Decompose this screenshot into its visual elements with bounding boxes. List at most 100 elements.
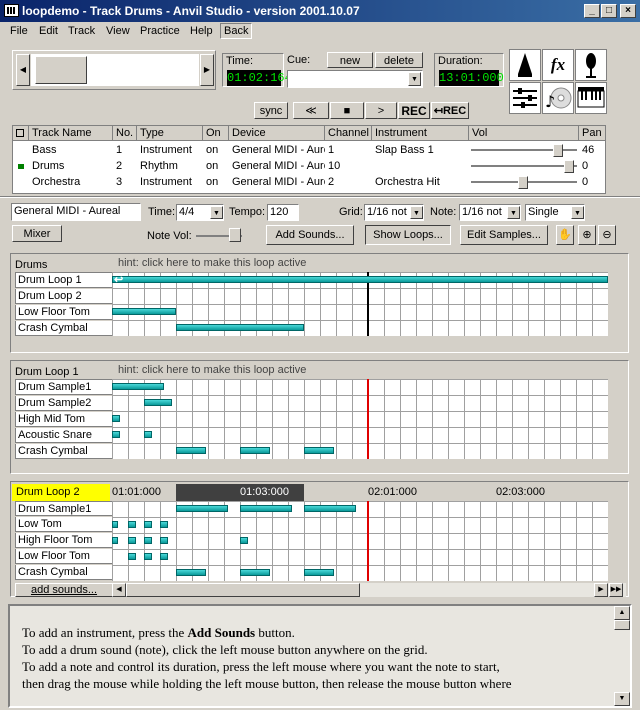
note[interactable] <box>144 537 152 544</box>
scroll-left-icon[interactable]: ◀ <box>112 583 126 597</box>
note[interactable] <box>240 537 248 544</box>
drum-loop-1-panel[interactable]: Drum Loop 1 hint: click here to make thi… <box>10 360 629 474</box>
composer-icon[interactable] <box>509 49 541 81</box>
volume-thumb[interactable] <box>518 176 528 189</box>
chevron-down-icon[interactable]: ▼ <box>507 206 520 219</box>
scroll-up-icon[interactable]: ▲ <box>614 606 630 620</box>
track-on[interactable]: on <box>203 174 229 190</box>
track-channel[interactable]: 1 <box>325 142 372 158</box>
note[interactable] <box>176 324 304 331</box>
row-label[interactable]: Crash Cymbal <box>15 565 113 580</box>
note[interactable] <box>240 569 270 576</box>
row-label[interactable]: Acoustic Snare <box>15 428 113 443</box>
chevron-down-icon[interactable]: ▼ <box>410 206 423 219</box>
note[interactable] <box>112 276 608 283</box>
menu-file[interactable]: File <box>10 25 28 37</box>
menu-edit[interactable]: Edit <box>39 25 58 37</box>
col-pan[interactable]: Pan <box>579 126 606 141</box>
play-button[interactable]: > <box>365 102 397 119</box>
chevron-down-icon[interactable]: ▼ <box>210 206 223 219</box>
row-label[interactable]: Drum Sample1 <box>15 380 113 395</box>
scroll-thumb[interactable] <box>614 620 630 630</box>
scroll-right-button[interactable]: ▶ <box>200 54 214 86</box>
zoom-in-icon[interactable]: ⊕ <box>578 225 596 245</box>
volume-thumb[interactable] <box>564 160 574 173</box>
menu-view[interactable]: View <box>106 25 130 37</box>
note[interactable] <box>144 431 152 438</box>
row-label[interactable]: Drum Loop 1 <box>15 273 113 288</box>
hint-text[interactable]: hint: click here to make this loop activ… <box>118 257 306 269</box>
table-row[interactable]: Drums 2 Rhythm on General MIDI - Aure 10… <box>13 158 605 174</box>
keyboard-icon[interactable] <box>575 82 607 114</box>
note[interactable] <box>240 447 270 454</box>
sync-button[interactable]: sync <box>254 102 288 119</box>
cd-music-icon[interactable]: ♪ <box>542 82 574 114</box>
col-track-name[interactable]: Track Name <box>29 126 113 141</box>
row-label[interactable]: Drum Sample2 <box>15 396 113 411</box>
rewind-button[interactable]: ≪ <box>293 102 329 119</box>
cue-new-button[interactable]: new <box>327 52 373 68</box>
scroll-left-button[interactable]: ◀ <box>16 54 30 86</box>
volume-thumb[interactable] <box>553 144 563 157</box>
track-device[interactable]: General MIDI - Aure <box>229 174 325 190</box>
record-loop-button[interactable]: ↤REC <box>431 102 469 119</box>
note-vol-thumb[interactable] <box>229 228 241 242</box>
note[interactable] <box>304 447 334 454</box>
row-label[interactable]: Crash Cymbal <box>15 444 113 459</box>
col-channel[interactable]: Channel <box>325 126 372 141</box>
track-instrument[interactable] <box>372 158 469 174</box>
close-button[interactable]: × <box>620 4 636 18</box>
note[interactable] <box>128 553 136 560</box>
col-no[interactable]: No. <box>113 126 137 141</box>
scroll-down-icon[interactable]: ▼ <box>614 692 630 706</box>
note[interactable] <box>176 569 206 576</box>
drums-panel[interactable]: Drums hint: click here to make this loop… <box>10 253 629 353</box>
add-sounds-link[interactable]: add sounds... <box>15 583 113 597</box>
hand-icon[interactable]: ✋ <box>556 225 574 245</box>
note[interactable] <box>112 383 164 390</box>
menu-practice[interactable]: Practice <box>140 25 180 37</box>
scroll-end-icon[interactable]: ▶▶ <box>609 583 623 597</box>
track-instrument[interactable]: Orchestra Hit <box>372 174 469 190</box>
track-channel[interactable]: 10 <box>325 158 372 174</box>
hint-text[interactable]: hint: click here to make this loop activ… <box>118 364 306 376</box>
row-label[interactable]: Crash Cymbal <box>15 321 113 336</box>
row-label[interactable]: High Mid Tom <box>15 412 113 427</box>
pattern-grid[interactable] <box>112 501 608 581</box>
panel-title[interactable]: Drum Loop 2 <box>12 484 110 501</box>
track-pan[interactable]: 46 <box>579 142 606 158</box>
menu-track[interactable]: Track <box>68 25 95 37</box>
track-on[interactable]: on <box>203 142 229 158</box>
note[interactable] <box>144 521 152 528</box>
col-device[interactable]: Device <box>229 126 325 141</box>
edit-samples-button[interactable]: Edit Samples... <box>460 225 548 245</box>
help-scrollbar[interactable]: ▲ ▼ <box>614 606 630 706</box>
row-label[interactable]: Drum Sample1 <box>15 501 113 516</box>
col-type[interactable]: Type <box>137 126 203 141</box>
note[interactable] <box>112 415 120 422</box>
show-loops-button[interactable]: Show Loops... <box>365 225 451 245</box>
cue-delete-button[interactable]: delete <box>375 52 423 68</box>
note[interactable] <box>304 505 356 512</box>
note[interactable] <box>144 399 172 406</box>
record-button[interactable]: REC <box>398 102 430 119</box>
menu-back[interactable]: Back <box>220 23 253 39</box>
device-select[interactable]: General MIDI - Aureal <box>11 203 141 221</box>
scroll-right-icon[interactable]: ▶ <box>594 583 608 597</box>
note[interactable] <box>128 521 136 528</box>
note[interactable] <box>112 521 118 528</box>
row-label[interactable]: High Floor Tom <box>15 533 113 548</box>
effects-icon[interactable]: fx <box>542 49 574 81</box>
note[interactable] <box>176 447 206 454</box>
pattern-grid[interactable] <box>112 379 608 459</box>
menu-help[interactable]: Help <box>190 25 213 37</box>
track-pan[interactable]: 0 <box>579 174 606 190</box>
note[interactable] <box>112 431 120 438</box>
microphone-icon[interactable] <box>575 49 607 81</box>
volume-slider[interactable] <box>471 165 577 167</box>
track-instrument[interactable]: Slap Bass 1 <box>372 142 469 158</box>
note[interactable] <box>160 553 168 560</box>
row-label[interactable]: Low Floor Tom <box>15 549 113 564</box>
minimize-button[interactable]: _ <box>584 4 600 18</box>
drum-loop-2-panel[interactable]: Drum Loop 2 01:01:000 01:03:000 02:01:00… <box>10 481 629 597</box>
